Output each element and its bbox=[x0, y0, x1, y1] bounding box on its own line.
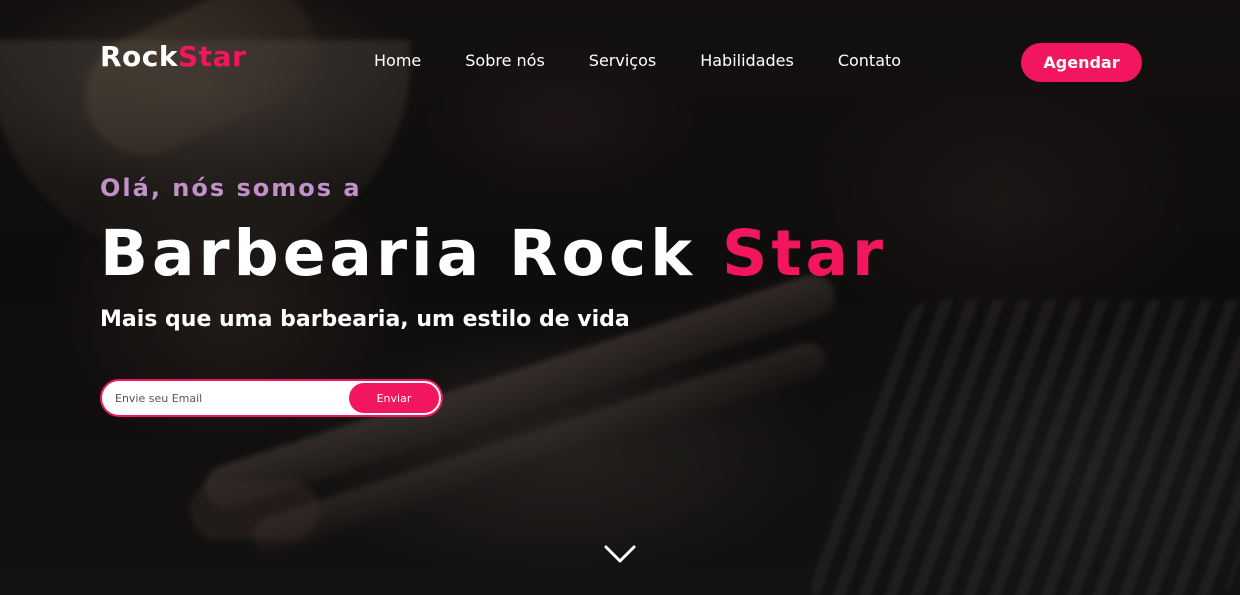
site-header: RockStar Home Sobre nós Serviços Habilid… bbox=[0, 0, 1240, 120]
logo-accent-text: Star bbox=[178, 40, 247, 73]
chevron-down-icon[interactable] bbox=[603, 542, 637, 566]
send-button[interactable]: Enviar bbox=[349, 383, 439, 413]
hero-title-main: Barbearia Rock bbox=[100, 217, 723, 290]
nav-servicos[interactable]: Serviços bbox=[589, 51, 656, 70]
main-nav: Home Sobre nós Serviços Habilidades Cont… bbox=[374, 51, 945, 70]
logo[interactable]: RockStar bbox=[100, 40, 246, 73]
hero-title-accent: Star bbox=[722, 217, 888, 290]
nav-home[interactable]: Home bbox=[374, 51, 421, 70]
nav-sobre-nos[interactable]: Sobre nós bbox=[465, 51, 545, 70]
hero-subtitle: Mais que uma barbearia, um estilo de vid… bbox=[100, 307, 630, 332]
hero-title: Barbearia Rock Star bbox=[100, 212, 887, 296]
newsletter-form: Enviar bbox=[100, 379, 443, 417]
email-input[interactable] bbox=[115, 391, 345, 405]
nav-habilidades[interactable]: Habilidades bbox=[700, 51, 794, 70]
logo-text: Rock bbox=[100, 40, 179, 73]
agendar-button[interactable]: Agendar bbox=[1021, 43, 1142, 82]
hero-intro: Olá, nós somos a bbox=[100, 174, 362, 202]
nav-contato[interactable]: Contato bbox=[838, 51, 901, 70]
